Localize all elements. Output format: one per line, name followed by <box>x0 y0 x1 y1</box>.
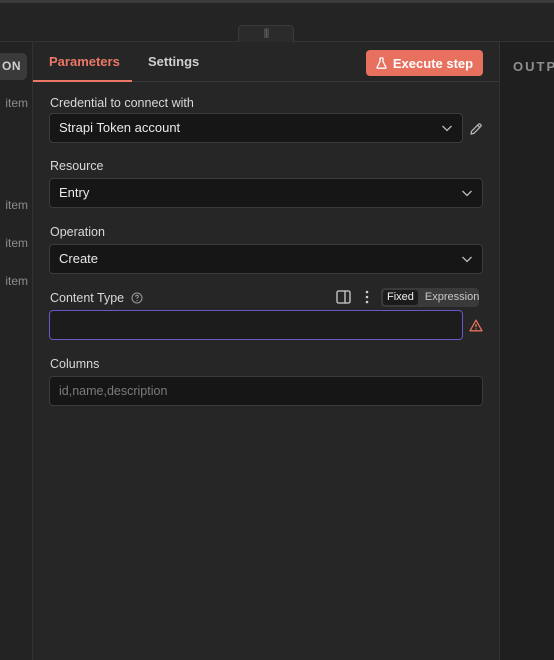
input-item-label: item <box>5 236 28 250</box>
operation-select[interactable]: Create <box>49 244 483 274</box>
operation-label: Operation <box>50 225 105 239</box>
input-item-label: item <box>5 198 28 212</box>
output-title: OUTPUT <box>513 59 554 74</box>
toggle-expression[interactable]: Expression <box>421 290 483 305</box>
input-item-label: item <box>5 274 28 288</box>
input-item-label: item <box>5 96 28 110</box>
tab-bar: Parameters Settings Execute step <box>33 42 499 82</box>
tab-settings[interactable]: Settings <box>148 54 199 69</box>
resource-select[interactable]: Entry <box>49 178 483 208</box>
execute-step-label: Execute step <box>392 55 474 71</box>
panel-icon[interactable] <box>336 290 351 304</box>
input-panel: ON item item item item <box>0 42 33 660</box>
credential-select[interactable]: Strapi Token account <box>49 113 463 143</box>
top-bar: ||| <box>0 0 554 42</box>
panel-resize-handle[interactable]: ||| <box>238 25 294 42</box>
chevron-down-icon <box>462 190 472 197</box>
columns-input[interactable]: id,name,description <box>49 376 483 406</box>
top-edge <box>0 0 554 3</box>
tab-parameters[interactable]: Parameters <box>33 54 132 82</box>
pencil-icon[interactable] <box>469 122 483 136</box>
operation-value: Create <box>59 251 99 266</box>
chevron-down-icon <box>442 125 452 132</box>
columns-placeholder: id,name,description <box>59 384 168 398</box>
credential-value: Strapi Token account <box>59 120 181 135</box>
node-parameters-panel: Parameters Settings Execute step Credent… <box>33 42 499 660</box>
execute-step-button[interactable]: Execute step <box>366 50 483 76</box>
warning-icon <box>469 319 483 332</box>
output-panel: OUTPUT <box>499 42 554 660</box>
grip-icon: ||| <box>263 28 270 39</box>
kebab-icon[interactable] <box>363 290 371 304</box>
resource-value: Entry <box>59 185 90 200</box>
columns-label: Columns <box>50 357 100 371</box>
help-circle-icon[interactable] <box>131 292 143 304</box>
content-type-label: Content Type <box>50 291 125 305</box>
resource-label: Resource <box>50 159 104 173</box>
credential-label: Credential to connect with <box>50 96 194 110</box>
input-mode-chip[interactable]: ON <box>0 53 27 80</box>
chevron-down-icon <box>462 256 472 263</box>
fixed-expression-toggle: Fixed Expression <box>381 288 479 307</box>
content-type-input[interactable] <box>49 310 463 340</box>
toggle-fixed[interactable]: Fixed <box>383 290 418 305</box>
flask-icon <box>376 57 387 69</box>
